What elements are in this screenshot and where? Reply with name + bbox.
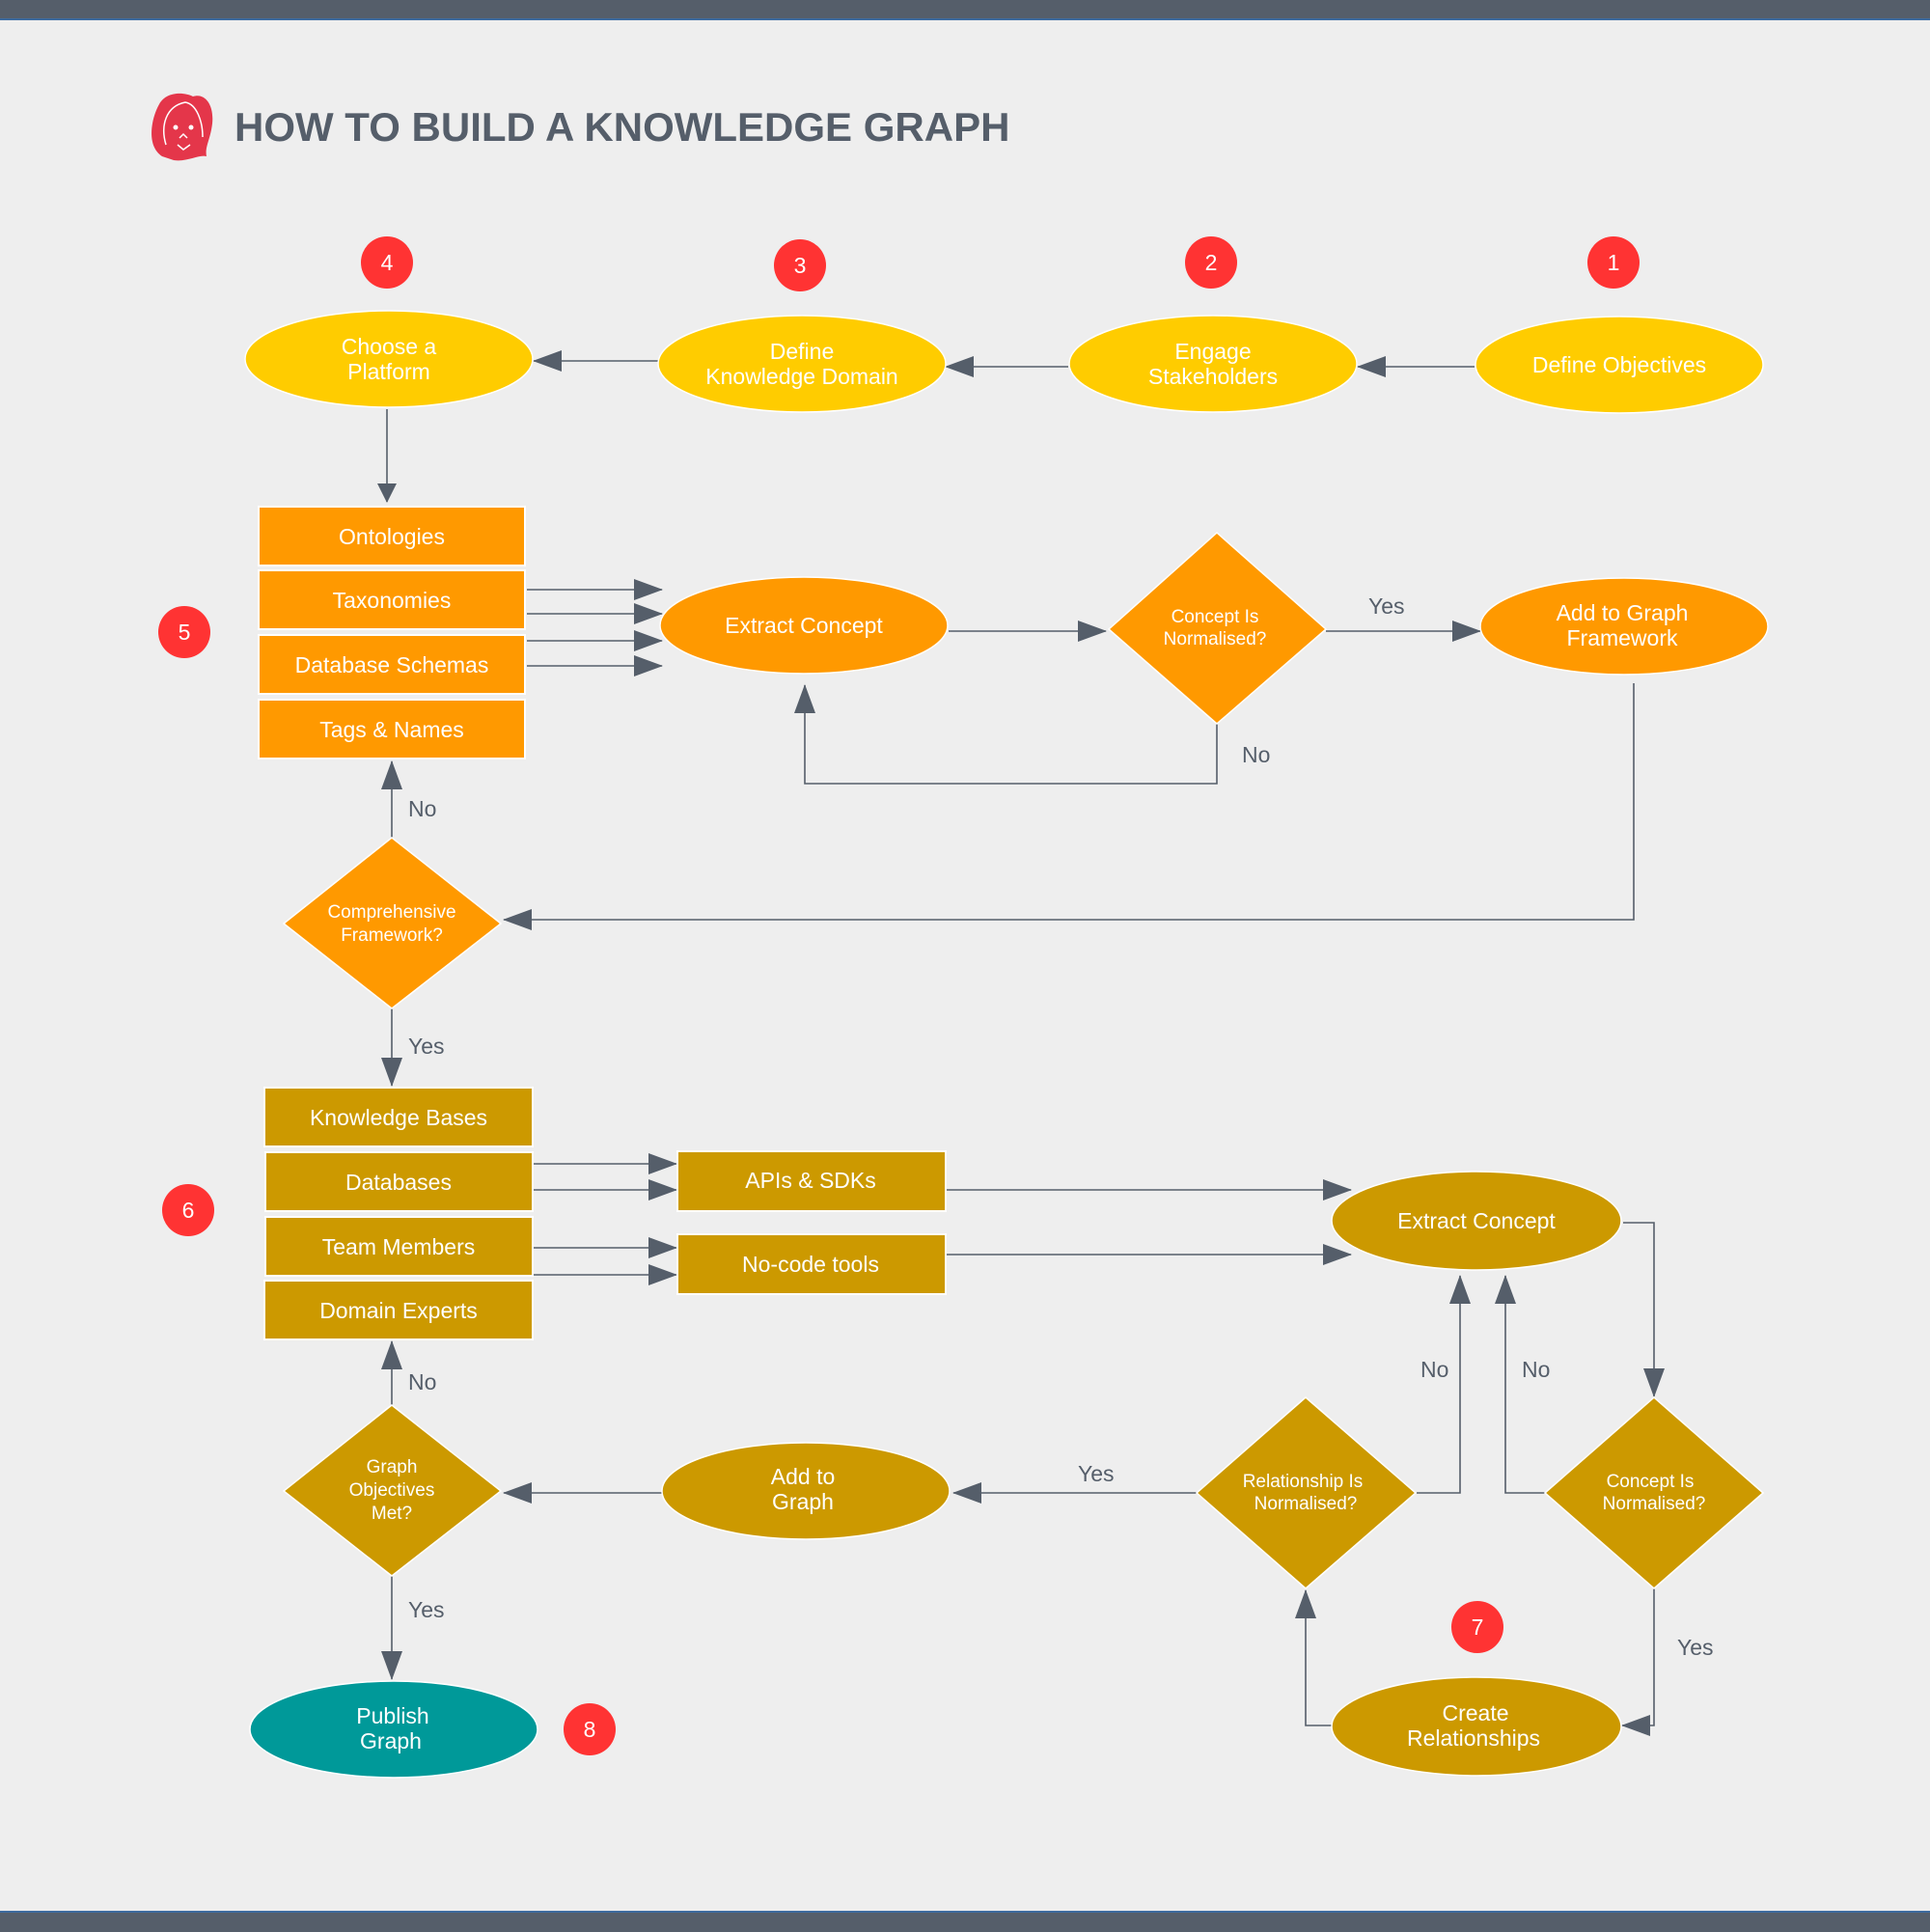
node-engage-stakeholders[interactable]: Engage Stakeholders xyxy=(1068,315,1358,413)
svg-text:5: 5 xyxy=(179,620,191,645)
edge-extract2-to-concept2 xyxy=(1623,1222,1665,1397)
source-box-knowledge-bases[interactable]: Knowledge Bases xyxy=(263,1087,534,1147)
node-label: Databases xyxy=(345,1170,452,1195)
node-label: No-code tools xyxy=(742,1252,879,1277)
step-badge-2: 2 xyxy=(1185,236,1237,289)
node-add-to-graph-framework[interactable]: Add to Graph Framework xyxy=(1479,577,1769,676)
edges xyxy=(377,350,1665,1736)
edge-concept2-yes xyxy=(1621,1588,1655,1736)
label-yes-decision1: Yes xyxy=(1368,593,1405,619)
node-label: Database Schemas xyxy=(295,652,489,677)
label-no-concept2: No xyxy=(1522,1357,1550,1382)
svg-text:7: 7 xyxy=(1472,1615,1484,1640)
label-yes-concept2: Yes xyxy=(1677,1635,1714,1660)
step-badge-5: 5 xyxy=(158,606,210,658)
decision-concept-normalised-2[interactable]: Concept Is Normalised? xyxy=(1543,1396,1765,1589)
edge-create-to-relationship xyxy=(1295,1589,1332,1726)
source-box-database-schemas[interactable]: Database Schemas xyxy=(258,634,526,695)
decision-comprehensive-framework[interactable]: Comprehensive Framework? xyxy=(282,837,503,1009)
edge-framework-to-comprehensive xyxy=(503,683,1635,930)
page-title: HOW TO BUILD A KNOWLEDGE GRAPH xyxy=(234,104,1009,150)
node-label: Tags & Names xyxy=(319,717,464,742)
node-add-to-graph[interactable]: Add to Graph xyxy=(661,1442,951,1540)
step-badge-6: 6 xyxy=(162,1184,214,1236)
node-label: Ontologies xyxy=(339,524,445,549)
label-no-objectives: No xyxy=(408,1369,436,1394)
svg-text:1: 1 xyxy=(1608,250,1620,275)
svg-text:8: 8 xyxy=(584,1717,596,1742)
source-box-tags-names[interactable]: Tags & Names xyxy=(258,699,526,759)
node-label: Extract Concept xyxy=(1397,1208,1556,1233)
node-label: Knowledge Bases xyxy=(310,1105,487,1130)
label-yes-relationship: Yes xyxy=(1078,1461,1115,1486)
node-define-knowledge-domain[interactable]: Define Knowledge Domain xyxy=(657,315,947,413)
node-label: APIs & SDKs xyxy=(745,1168,875,1193)
source-box-databases[interactable]: Databases xyxy=(264,1151,534,1212)
source-box-team-members[interactable]: Team Members xyxy=(264,1216,534,1277)
step-badge-1: 1 xyxy=(1587,236,1640,289)
node-label: Taxonomies xyxy=(333,588,452,613)
label-yes-comprehensive: Yes xyxy=(408,1034,445,1059)
label-no-comprehensive: No xyxy=(408,796,436,821)
node-extract-concept-2[interactable]: Extract Concept xyxy=(1331,1171,1622,1271)
edge-labels: Yes No No Yes No No Yes Yes No Yes xyxy=(408,593,1714,1660)
flowchart-canvas: HOW TO BUILD A KNOWLEDGE GRAPH Yes No No… xyxy=(152,93,1769,1779)
node-define-objectives[interactable]: Define Objectives xyxy=(1475,316,1764,414)
node-extract-concept-1[interactable]: Extract Concept xyxy=(659,576,949,675)
decision-concept-normalised-1[interactable]: Concept Is Normalised? xyxy=(1107,531,1328,725)
decision-graph-objectives-met[interactable]: Graph Objectives Met? xyxy=(282,1404,503,1577)
svg-text:2: 2 xyxy=(1205,250,1218,275)
node-label: Add to Graph Framework xyxy=(1557,600,1689,650)
node-label: Extract Concept xyxy=(725,613,883,638)
label-no-decision1: No xyxy=(1242,742,1270,767)
logo-icon xyxy=(152,93,213,161)
node-label: Define Objectives xyxy=(1532,352,1706,377)
sources-stack-1: Ontologies Taxonomies Database Schemas T… xyxy=(258,506,526,759)
edge-concept2-no xyxy=(1495,1275,1545,1494)
node-label: Choose a Platform xyxy=(342,334,437,384)
svg-text:4: 4 xyxy=(381,250,394,275)
source-box-domain-experts[interactable]: Domain Experts xyxy=(263,1280,534,1340)
edge-relationship-no xyxy=(1417,1275,1471,1494)
node-nocode-tools[interactable]: No-code tools xyxy=(676,1233,947,1295)
node-publish-graph[interactable]: Publish Graph xyxy=(249,1680,538,1779)
node-choose-platform[interactable]: Choose a Platform xyxy=(244,310,534,408)
node-create-relationships[interactable]: Create Relationships xyxy=(1331,1676,1622,1777)
edge-decision1-no xyxy=(794,684,1218,785)
node-label: Publish Graph xyxy=(356,1703,428,1753)
source-box-ontologies[interactable]: Ontologies xyxy=(258,506,526,566)
node-label: Domain Experts xyxy=(319,1298,478,1323)
source-box-taxonomies[interactable]: Taxonomies xyxy=(258,569,526,630)
node-label: Add to Graph xyxy=(771,1464,836,1514)
decision-relationship-normalised[interactable]: Relationship Is Normalised? xyxy=(1195,1396,1418,1589)
node-apis-sdks[interactable]: APIs & SDKs xyxy=(676,1150,947,1212)
step-badge-3: 3 xyxy=(774,239,826,291)
node-label: Team Members xyxy=(322,1234,475,1259)
sources-stack-2: Knowledge Bases Databases Team Members D… xyxy=(263,1087,534,1340)
label-yes-objectives: Yes xyxy=(408,1597,445,1622)
step-badge-8: 8 xyxy=(564,1703,616,1755)
label-no-relationship: No xyxy=(1420,1357,1448,1382)
step-badge-7: 7 xyxy=(1451,1601,1503,1653)
svg-text:6: 6 xyxy=(182,1198,195,1223)
svg-text:3: 3 xyxy=(794,253,807,278)
step-badge-4: 4 xyxy=(361,236,413,289)
